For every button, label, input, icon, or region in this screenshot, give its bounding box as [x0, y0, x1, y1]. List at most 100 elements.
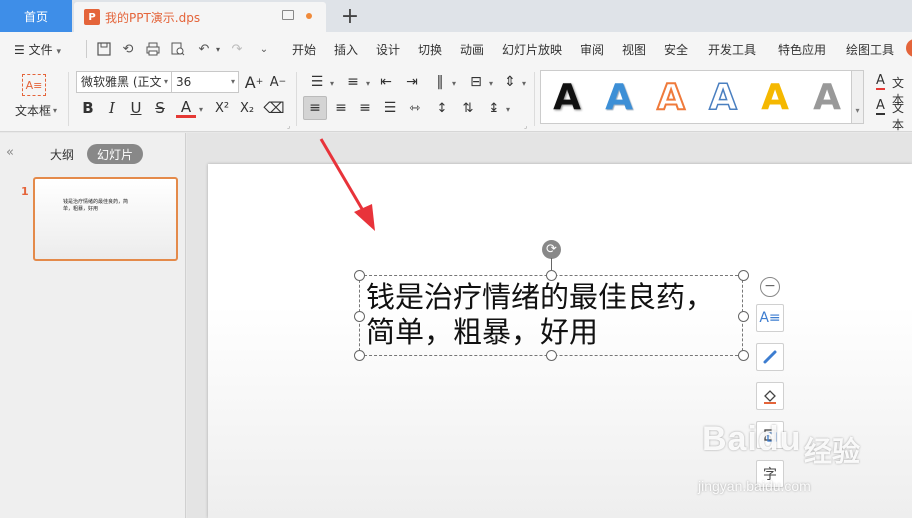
resize-handle-top-left[interactable]	[354, 270, 365, 281]
textbox-icon[interactable]: A≡	[22, 74, 46, 96]
tab-document[interactable]: P 我的PPT演示.dps	[74, 2, 326, 32]
menu-bar: ☰ 文件 ▾ ⟲ ↶ ▾ ↷ ⌄ 开始 插入 设计 切换 动画 幻灯片放映 审阅…	[0, 32, 912, 66]
wordart-style-blue-outline[interactable]: A	[699, 75, 747, 119]
brush-icon[interactable]	[756, 343, 784, 371]
align-center-button[interactable]: ≡	[331, 98, 351, 118]
tab-slides[interactable]: 幻灯片	[87, 144, 143, 164]
resize-handle-top[interactable]	[546, 270, 557, 281]
wordart-style-orange-outline[interactable]: A	[647, 75, 695, 119]
font-color-button[interactable]: A	[176, 98, 196, 118]
bold-button[interactable]: B	[79, 98, 97, 118]
clear-format-icon[interactable]: ⌫	[263, 98, 284, 118]
vertical-align-dropdown-icon[interactable]: ▾	[520, 76, 528, 90]
menu-transition[interactable]: 切换	[418, 41, 442, 58]
text-direction-icon[interactable]: ⊟	[465, 72, 487, 92]
document-name: 我的PPT演示.dps	[105, 10, 201, 25]
presentation-file-icon: P	[84, 9, 100, 25]
collapse-panel-icon[interactable]: «	[6, 145, 14, 160]
resize-handle-bottom-right[interactable]	[738, 350, 749, 361]
wordart-style-black[interactable]: A	[543, 75, 591, 119]
decrease-indent-icon[interactable]: ⇤	[376, 72, 396, 92]
grow-font-button[interactable]: A +	[244, 72, 264, 92]
selected-textbox[interactable]: 钱是治疗情绪的最佳良药， 简单，粗暴，好用	[359, 275, 743, 356]
numbering-dropdown-icon[interactable]: ▾	[364, 76, 372, 90]
customize-toolbar-icon[interactable]: ⌄	[256, 41, 272, 57]
wordart-style-gold[interactable]: A	[751, 75, 799, 119]
italic-button[interactable]: I	[103, 98, 121, 118]
menu-insert[interactable]: 插入	[334, 41, 358, 58]
text-direction-dropdown-icon[interactable]: ▾	[487, 76, 495, 90]
slide-thumbnail[interactable]: 钱是治疗情绪的最佳良药，简单，粗暴，好用	[33, 177, 178, 261]
new-tab-button[interactable]: +	[338, 3, 362, 29]
line-spacing-icon[interactable]: ↕	[432, 98, 452, 118]
wordart-style-blue[interactable]: A	[595, 75, 643, 119]
menu-developer[interactable]: 开发工具	[708, 41, 756, 58]
font-size-select[interactable]: 36 ▾	[171, 71, 239, 93]
text-select-icon[interactable]: A≡	[756, 304, 784, 332]
textbox-label: 文本框	[14, 103, 51, 118]
increase-indent-icon[interactable]: ⇥	[402, 72, 422, 92]
file-menu[interactable]: ☰ 文件 ▾	[14, 41, 61, 58]
columns-dropdown-icon[interactable]: ▾	[450, 76, 458, 90]
text-outline-label[interactable]: 文本	[892, 99, 912, 133]
align-left-button[interactable]: ≡	[303, 96, 327, 120]
menu-drawing-tools[interactable]: 绘图工具	[846, 41, 894, 58]
menu-design[interactable]: 设计	[376, 41, 400, 58]
superscript-button[interactable]: X²	[211, 98, 233, 118]
bullets-icon[interactable]: ☰	[306, 72, 328, 92]
resize-handle-bottom[interactable]	[546, 350, 557, 361]
resize-handle-left[interactable]	[354, 311, 365, 322]
print-icon[interactable]	[145, 41, 161, 57]
monitor-icon[interactable]	[282, 10, 294, 20]
tab-home[interactable]: 首页	[0, 0, 72, 32]
watermark-url: jingyan.baidu.com	[698, 478, 811, 494]
align-right-button[interactable]: ≡	[355, 98, 375, 118]
shrink-font-button[interactable]: A −	[268, 72, 288, 92]
strikethrough-button[interactable]: S	[151, 98, 169, 118]
font-name-select[interactable]: 微软雅黑 (正文 ▾	[76, 71, 172, 93]
spacing-icon[interactable]: ↨	[484, 98, 504, 118]
columns-icon[interactable]: ‖	[430, 72, 450, 92]
menu-start[interactable]: 开始	[292, 41, 316, 58]
menu-review[interactable]: 审阅	[580, 41, 604, 58]
text-outline-icon[interactable]: A	[876, 99, 885, 115]
subscript-button[interactable]: X₂	[236, 98, 258, 118]
resize-handle-bottom-left[interactable]	[354, 350, 365, 361]
fill-icon[interactable]	[756, 382, 784, 410]
rotate-handle-icon[interactable]: ⟳	[542, 240, 561, 259]
font-color-dropdown-icon[interactable]: ▾	[197, 102, 205, 116]
menu-slideshow[interactable]: 幻灯片放映	[502, 41, 562, 58]
font-dialog-launcher-icon[interactable]: ⌟	[287, 122, 290, 130]
float-toolbar-collapse-icon[interactable]: −	[760, 277, 780, 297]
unsaved-dot-icon	[306, 13, 312, 19]
bullets-dropdown-icon[interactable]: ▾	[328, 76, 336, 90]
wordart-style-silver[interactable]: A	[803, 75, 851, 119]
textbox-content[interactable]: 钱是治疗情绪的最佳良药， 简单，粗暴，好用	[366, 280, 714, 350]
text-fill-icon[interactable]: A	[876, 74, 885, 90]
paragraph-spacing-icon[interactable]: ⇅	[458, 98, 478, 118]
resize-handle-top-right[interactable]	[738, 270, 749, 281]
paragraph-dialog-launcher-icon[interactable]: ⌟	[524, 122, 527, 130]
distribute-icon[interactable]: ⇿	[405, 98, 425, 118]
textbox-button[interactable]: 文本框 ▾	[10, 102, 62, 118]
avatar[interactable]	[906, 39, 912, 57]
menu-features[interactable]: 特色应用	[778, 41, 826, 58]
vertical-align-icon[interactable]: ⇕	[500, 72, 520, 92]
format-painter-icon[interactable]: ⟲	[120, 41, 136, 57]
spacing-dropdown-icon[interactable]: ▾	[504, 102, 512, 116]
menu-security[interactable]: 安全	[664, 41, 688, 58]
underline-button[interactable]: U	[127, 98, 145, 118]
print-preview-icon[interactable]	[170, 41, 186, 57]
resize-handle-right[interactable]	[738, 311, 749, 322]
file-menu-label: 文件	[28, 43, 53, 57]
save-icon[interactable]	[96, 41, 112, 57]
menu-view[interactable]: 视图	[622, 41, 646, 58]
numbering-icon[interactable]: ≡	[342, 72, 364, 92]
justify-button[interactable]: ☰	[380, 98, 400, 118]
undo-dropdown-icon[interactable]: ▾	[210, 41, 226, 57]
gallery-scroll-icon[interactable]: ▾	[852, 70, 864, 124]
tab-outline[interactable]: 大纲	[50, 146, 74, 163]
menu-animation[interactable]: 动画	[460, 41, 484, 58]
title-bar: 首页 P 我的PPT演示.dps +	[0, 0, 912, 32]
redo-icon[interactable]: ↷	[229, 41, 245, 57]
